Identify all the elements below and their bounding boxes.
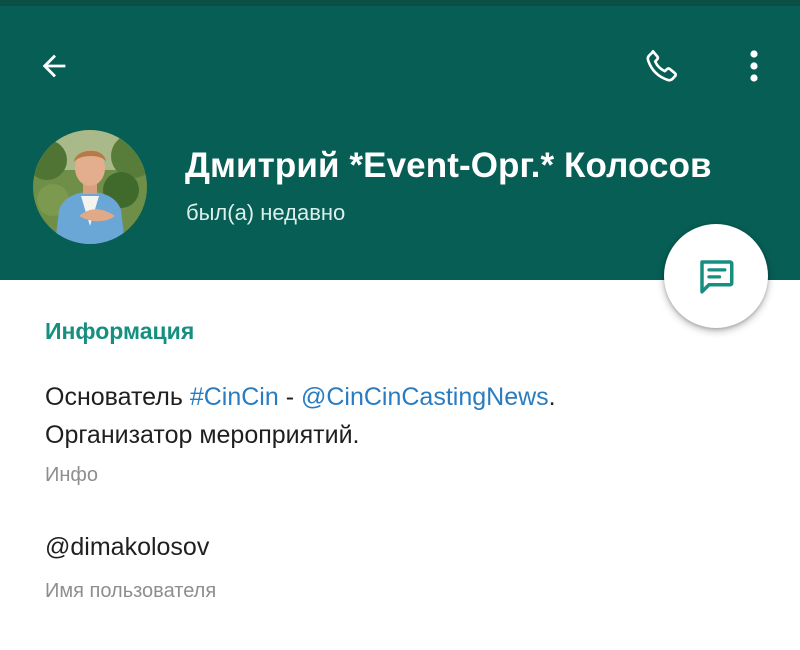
bio-text: Основатель #CinCin - @CinCinCastingNews.… <box>45 378 745 454</box>
arrow-left-icon <box>42 54 66 78</box>
back-button[interactable] <box>28 40 80 92</box>
profile-name: Дмитрий *Event-Орг.* Колосов <box>185 146 712 185</box>
profile-screen: Дмитрий *Event-Орг.* Колосов был(а) неда… <box>0 0 800 650</box>
avatar-photo <box>33 130 147 244</box>
username-value[interactable]: @dimakolosov <box>45 533 209 562</box>
more-vertical-icon <box>750 50 758 82</box>
send-message-button[interactable] <box>664 224 768 328</box>
mention-link[interactable]: @CinCinCastingNews <box>301 383 549 411</box>
info-section-title: Информация <box>45 318 195 344</box>
bio-prefix: Основатель <box>45 383 190 411</box>
username-caption: Имя пользователя <box>45 580 217 602</box>
message-icon <box>700 260 734 294</box>
call-button[interactable] <box>634 40 690 92</box>
hashtag-link[interactable]: #CinCin <box>190 383 279 411</box>
phone-icon <box>646 50 677 82</box>
bio-caption: Инфо <box>45 464 98 486</box>
bio-separator: - <box>278 383 301 411</box>
bio-line2: Организатор мероприятий. <box>45 421 360 449</box>
more-options-button[interactable] <box>730 40 778 92</box>
last-seen-status: был(а) недавно <box>186 200 346 225</box>
bio-suffix: . <box>548 383 556 411</box>
avatar[interactable] <box>33 130 147 244</box>
